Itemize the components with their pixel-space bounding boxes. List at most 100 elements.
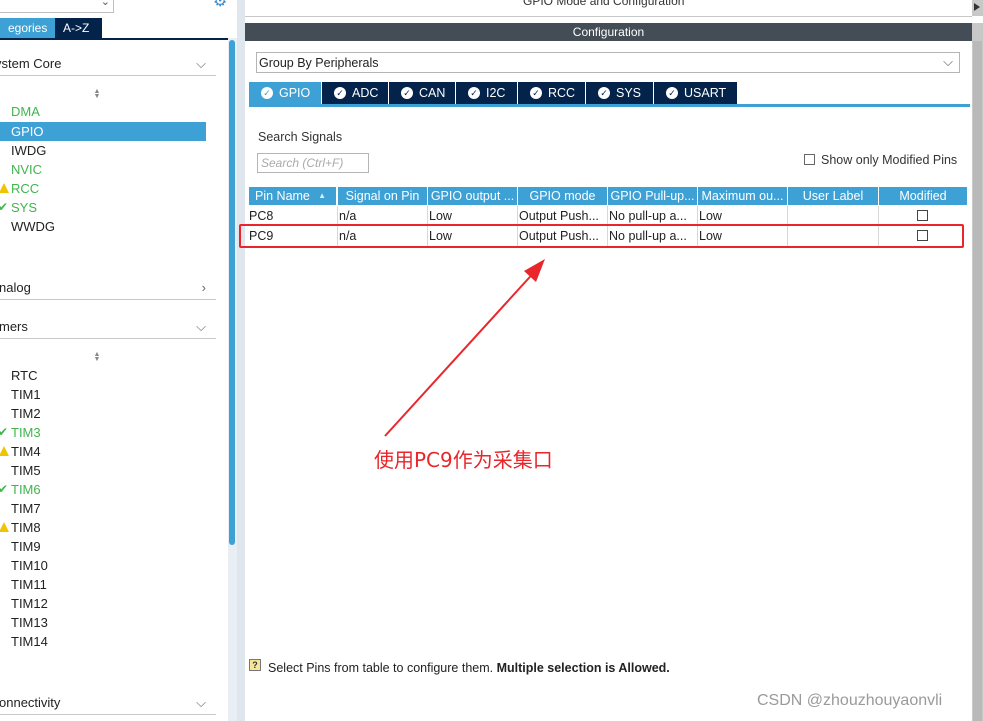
cell-modified	[879, 206, 967, 226]
mode-panel-header: GPIO Mode and Configuration	[245, 0, 972, 17]
sort-icon[interactable]: ▲ ▼	[92, 88, 102, 100]
section-analog[interactable]: nalog ›	[0, 277, 216, 300]
mode-panel-scrollbar[interactable]	[972, 0, 983, 16]
tab-rcc[interactable]: ✓ RCC	[518, 82, 585, 104]
sidebar-item-tim10[interactable]: TIM10	[0, 556, 206, 575]
column-gpio-mode[interactable]: GPIO mode	[518, 187, 608, 205]
left-scrollbar-thumb[interactable]	[229, 40, 235, 545]
sidebar-item-sys[interactable]: ✔ SYS	[0, 198, 206, 217]
check-circle-icon: ✓	[598, 87, 610, 99]
column-gpio-output[interactable]: GPIO output ...	[428, 187, 518, 205]
check-circle-icon: ✓	[261, 87, 273, 99]
sidebar-item-iwdg[interactable]: IWDG	[0, 141, 206, 160]
tab-adc[interactable]: ✓ ADC	[322, 82, 388, 104]
help-icon: ?	[249, 659, 261, 671]
sidebar-item-tim5[interactable]: TIM5	[0, 461, 206, 480]
section-label: mers	[0, 319, 28, 334]
sidebar-item-wwdg[interactable]: WWDG	[0, 217, 206, 236]
check-icon: ✔	[0, 425, 9, 439]
section-label: nalog	[0, 280, 31, 295]
panel-divider[interactable]	[237, 0, 245, 721]
sidebar-item-dma[interactable]: DMA	[0, 102, 206, 121]
cell-gpio-mode: Output Push...	[518, 206, 608, 226]
group-by-select[interactable]: Group By Peripherals ⌵	[256, 52, 960, 73]
tab-i2c[interactable]: ✓ I2C	[456, 82, 517, 104]
sidebar-item-tim4[interactable]: TIM4	[0, 442, 206, 461]
category-dropdown[interactable]: ⌄	[0, 0, 114, 13]
item-label: TIM7	[11, 501, 41, 516]
sidebar-item-tim8[interactable]: TIM8	[0, 518, 206, 537]
pc9-highlight-box	[239, 224, 964, 248]
cell-user-label[interactable]	[788, 206, 879, 226]
column-pin-name[interactable]: Pin Name ▲	[249, 187, 337, 205]
tab-label: CAN	[419, 86, 446, 100]
section-system-core[interactable]: ystem Core ⌵	[0, 53, 216, 76]
table-row[interactable]: PC8 n/a Low Output Push... No pull-up a.…	[249, 206, 967, 226]
sidebar-item-gpio[interactable]: GPIO	[0, 122, 206, 141]
item-label: NVIC	[11, 162, 43, 177]
column-user-label[interactable]: User Label	[788, 187, 879, 205]
item-label: TIM4	[11, 444, 41, 459]
sidebar-item-nvic[interactable]: NVIC	[0, 160, 206, 179]
item-label: TIM10	[11, 558, 48, 573]
group-by-value: Group By Peripherals	[259, 56, 379, 70]
column-signal-on-pin[interactable]: Signal on Pin	[338, 187, 428, 205]
sidebar-item-rcc[interactable]: RCC	[0, 179, 206, 198]
tab-sys[interactable]: ✓ SYS	[586, 82, 653, 104]
sidebar-item-tim2[interactable]: TIM2	[0, 404, 206, 423]
sidebar-item-tim6[interactable]: ✔ TIM6	[0, 480, 206, 499]
tab-label: USART	[684, 86, 727, 100]
tab-can[interactable]: ✓ CAN	[389, 82, 455, 104]
sidebar-item-tim7[interactable]: TIM7	[0, 499, 206, 518]
item-label: GPIO	[11, 124, 44, 139]
column-maximum-output[interactable]: Maximum ou...	[698, 187, 788, 205]
tab-a-to-z[interactable]: A->Z	[55, 18, 102, 38]
peripheral-tab-bar: ✓ GPIO ✓ ADC ✓ CAN ✓ I2C ✓ RCC ✓ SYS ✓ USART	[249, 82, 970, 107]
item-label: DMA	[11, 104, 40, 119]
scroll-right-icon	[974, 3, 980, 11]
cell-pin-name: PC8	[249, 206, 338, 226]
item-label: SYS	[11, 200, 38, 215]
item-label: RCC	[11, 181, 40, 196]
section-connectivity[interactable]: onnectivity ⌵	[0, 692, 216, 715]
search-input[interactable]	[257, 153, 369, 173]
warning-icon	[0, 446, 9, 456]
sidebar-item-tim3[interactable]: ✔ TIM3	[0, 423, 206, 442]
column-modified[interactable]: Modified	[879, 187, 967, 205]
cell-maximum-output: Low	[698, 206, 788, 226]
section-timers[interactable]: mers ⌵	[0, 316, 216, 339]
chevron-down-icon: ⌵	[196, 319, 206, 334]
item-label: TIM1	[11, 387, 41, 402]
sidebar-item-tim12[interactable]: TIM12	[0, 594, 206, 613]
sidebar-item-tim11[interactable]: TIM11	[0, 575, 206, 594]
modified-checkbox[interactable]	[917, 210, 928, 221]
chevron-down-icon: ⌄	[100, 0, 110, 8]
tab-categories[interactable]: egories	[0, 18, 55, 38]
show-modified-checkbox[interactable]	[804, 154, 815, 165]
tab-gpio[interactable]: ✓ GPIO	[249, 82, 321, 104]
sidebar-item-tim9[interactable]: TIM9	[0, 537, 206, 556]
item-label: IWDG	[11, 143, 47, 158]
item-label: TIM14	[11, 634, 48, 649]
check-circle-icon: ✓	[468, 87, 480, 99]
sidebar-item-tim14[interactable]: TIM14	[0, 632, 206, 651]
sidebar-item-rtc[interactable]: RTC	[0, 366, 206, 385]
item-label: TIM12	[11, 596, 48, 611]
check-circle-icon: ✓	[530, 87, 542, 99]
configuration-title: Configuration	[245, 23, 972, 41]
config-scrollbar-thumb[interactable]	[973, 41, 982, 721]
tab-label: GPIO	[279, 86, 311, 100]
chevron-down-icon: ⌵	[196, 695, 206, 710]
cell-signal: n/a	[338, 206, 428, 226]
sidebar-item-tim13[interactable]: TIM13	[0, 613, 206, 632]
gear-icon[interactable]: ⚙	[213, 0, 228, 10]
item-label: TIM3	[11, 425, 41, 440]
tab-usart[interactable]: ✓ USART	[654, 82, 737, 104]
item-label: RTC	[11, 368, 38, 383]
sort-icon[interactable]: ▲ ▼	[92, 351, 102, 363]
column-gpio-pull[interactable]: GPIO Pull-up...	[608, 187, 698, 205]
annotation-text: 使用PC9作为采集口	[374, 448, 553, 472]
sidebar-item-tim1[interactable]: TIM1	[0, 385, 206, 404]
item-label: TIM6	[11, 482, 41, 497]
hint-normal-text: Select Pins from table to configure them…	[268, 661, 497, 675]
